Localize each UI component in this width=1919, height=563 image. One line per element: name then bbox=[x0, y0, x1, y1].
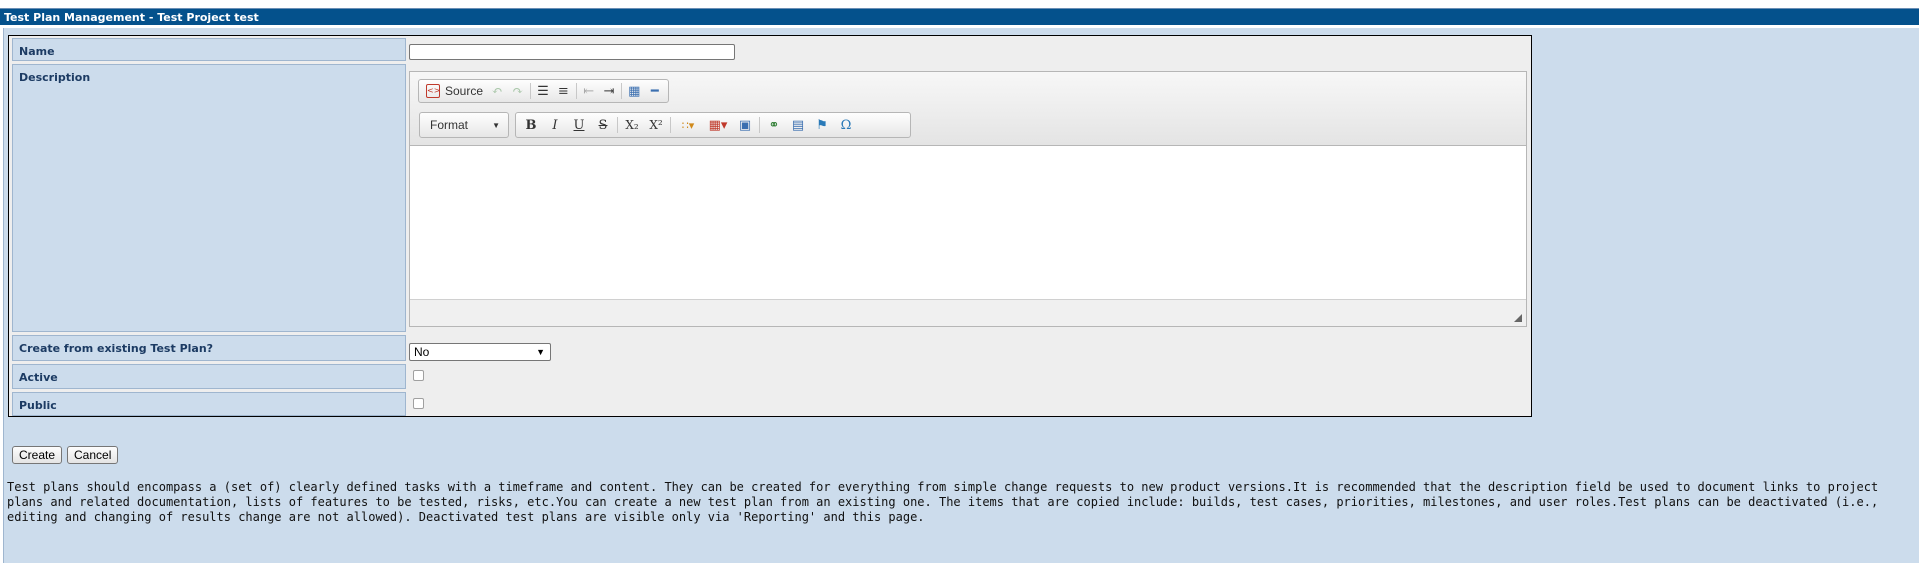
link-icon[interactable]: ⚭ bbox=[762, 115, 786, 135]
window-title: Test Plan Management - Test Project test bbox=[0, 8, 1919, 25]
resize-handle[interactable] bbox=[1514, 314, 1522, 322]
create-from-label: Create from existing Test Plan? bbox=[12, 335, 406, 361]
description-label: Description bbox=[12, 64, 406, 332]
undo-icon[interactable]: ↶ bbox=[487, 81, 507, 101]
source-icon: <> bbox=[426, 84, 440, 98]
source-label: Source bbox=[445, 84, 484, 98]
strikethrough-icon[interactable]: S bbox=[591, 115, 615, 135]
toolbar-group-document: <> Source ↶ ↷ ☰ ≡ ⇤ ⇥ ▦ ━ bbox=[418, 79, 669, 103]
image-icon[interactable]: ▣ bbox=[733, 115, 757, 135]
toolbar-separator bbox=[575, 83, 577, 99]
description-edit-area[interactable] bbox=[410, 146, 1526, 300]
numbered-list-icon[interactable]: ☰ bbox=[533, 81, 553, 101]
superscript-icon[interactable]: X² bbox=[644, 115, 668, 135]
toolbar-separator bbox=[759, 117, 760, 133]
toolbar-separator bbox=[617, 117, 618, 133]
format-label: Format bbox=[430, 118, 469, 132]
table-of-contents-icon[interactable]: ▦ bbox=[624, 81, 644, 101]
workframe: Name Description <> Source ↶ ↷ ☰ ≡ ⇤ ⇥ ▦… bbox=[3, 28, 1919, 563]
subscript-icon[interactable]: X₂ bbox=[620, 115, 644, 135]
help-text: Test plans should encompass a (set of) c… bbox=[7, 480, 1879, 524]
rich-text-editor: <> Source ↶ ↷ ☰ ≡ ⇤ ⇥ ▦ ━ Format ▼ B I U… bbox=[409, 71, 1527, 327]
test-plan-form: Name Description <> Source ↶ ↷ ☰ ≡ ⇤ ⇥ ▦… bbox=[8, 35, 1532, 417]
insert-icon[interactable]: ▤ bbox=[786, 115, 810, 135]
active-checkbox[interactable] bbox=[413, 370, 424, 381]
editor-toolbar: <> Source ↶ ↷ ☰ ≡ ⇤ ⇥ ▦ ━ Format ▼ B I U… bbox=[410, 72, 1526, 146]
name-input[interactable] bbox=[409, 44, 735, 60]
toolbar-separator bbox=[670, 117, 671, 133]
special-char-icon[interactable]: Ω bbox=[834, 115, 858, 135]
name-label: Name bbox=[12, 38, 406, 61]
chevron-down-icon: ▼ bbox=[536, 347, 545, 357]
italic-icon[interactable]: I bbox=[543, 115, 567, 135]
bulleted-list-icon[interactable]: ≡ bbox=[553, 81, 573, 101]
redo-icon[interactable]: ↷ bbox=[507, 81, 527, 101]
chevron-down-icon: ▼ bbox=[492, 120, 500, 130]
toolbar-separator bbox=[621, 83, 623, 99]
indent-icon[interactable]: ⇥ bbox=[599, 81, 619, 101]
source-button[interactable]: <> Source bbox=[422, 81, 487, 101]
bold-icon[interactable]: B bbox=[519, 115, 543, 135]
toolbar-group-formatting: B I U S X₂ X² ∷▾ ▦▾ ▣ ⚭ ▤ ⚑ Ω bbox=[515, 112, 911, 138]
horizontal-rule-icon[interactable]: ━ bbox=[645, 81, 665, 101]
format-dropdown[interactable]: Format ▼ bbox=[419, 112, 509, 138]
table-icon[interactable]: ▦▾ bbox=[703, 115, 733, 135]
public-checkbox[interactable] bbox=[413, 398, 424, 409]
underline-icon[interactable]: U bbox=[567, 115, 591, 135]
cancel-button[interactable]: Cancel bbox=[67, 446, 119, 464]
create-from-select[interactable]: No ▼ bbox=[409, 343, 551, 361]
color-icon[interactable]: ∷▾ bbox=[673, 115, 703, 135]
outdent-icon[interactable]: ⇤ bbox=[578, 81, 598, 101]
toolbar-separator bbox=[529, 83, 531, 99]
active-label: Active bbox=[12, 364, 406, 389]
create-button[interactable]: Create bbox=[12, 446, 63, 464]
create-from-value: No bbox=[414, 345, 430, 359]
public-label: Public bbox=[12, 392, 406, 416]
flag-icon[interactable]: ⚑ bbox=[810, 115, 834, 135]
